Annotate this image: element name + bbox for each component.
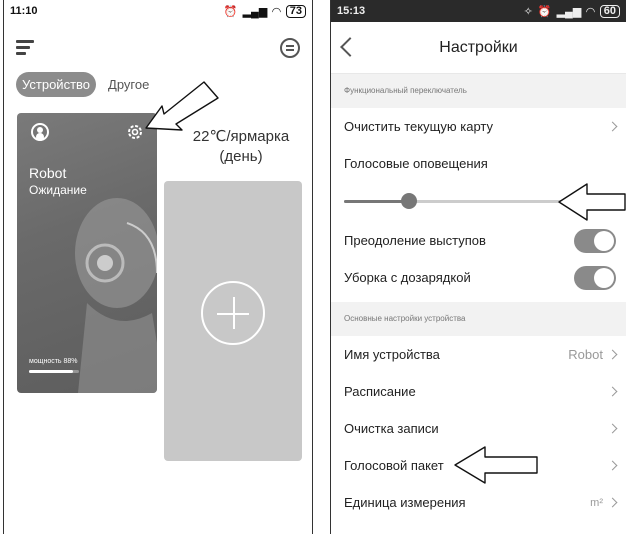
battery-icon: 60 <box>599 4 620 18</box>
device-tabs: Устройство Другое <box>16 72 153 97</box>
add-device-card[interactable] <box>164 181 302 461</box>
volume-slider[interactable] <box>344 193 586 209</box>
row-label: Единица измерения <box>344 495 466 510</box>
status-time: 11:10 <box>10 5 38 17</box>
weather-period: (день) <box>219 148 263 165</box>
row-label: Расписание <box>344 384 416 399</box>
chevron-right-icon <box>607 460 618 471</box>
vibrate-icon: ✧ <box>523 5 533 18</box>
nav-bar: Настройки <box>331 22 626 74</box>
row-clean-log[interactable]: Очистка записи <box>331 410 626 447</box>
wifi-icon: ◠ <box>586 5 595 18</box>
pointer-arrow-icon <box>145 81 219 131</box>
top-bar <box>16 38 300 60</box>
row-recharge-cleaning: Уборка с дозарядкой <box>331 259 626 296</box>
page-title: Настройки <box>439 39 518 56</box>
row-label: Уборка с дозарядкой <box>344 270 471 285</box>
volume-slider-thumb[interactable] <box>401 193 418 209</box>
row-schedule[interactable]: Расписание <box>331 373 626 410</box>
section-header-basic: Основные настройки устройства <box>331 302 626 336</box>
row-label: Очистить текущую карту <box>344 119 494 134</box>
chevron-right-icon <box>607 497 618 508</box>
add-device-icon[interactable] <box>201 281 265 345</box>
device-name-value: Robot <box>568 347 603 362</box>
pointer-arrow-icon <box>558 183 626 221</box>
status-time: 15:13 <box>337 5 366 17</box>
power-bar <box>29 370 79 373</box>
wifi-icon: ◠ <box>272 5 281 18</box>
chevron-right-icon <box>607 121 618 132</box>
robot-device-card[interactable]: Robot Ожидание мощность 88% <box>17 113 157 393</box>
row-device-name[interactable]: Имя устройства Robot <box>331 336 626 373</box>
row-label: Преодоление выступов <box>344 233 486 248</box>
row-voice-pack[interactable]: Голосовой пакет <box>331 446 626 484</box>
status-bar: 11:10 ⏰ ▂▄▆ ◠ 73 <box>4 0 312 22</box>
power-bar-fill <box>29 370 73 373</box>
message-icon[interactable] <box>280 38 300 58</box>
row-label: Голосовые оповещения <box>344 156 488 171</box>
avatar-icon[interactable] <box>31 123 49 141</box>
row-label: Имя устройства <box>344 347 440 362</box>
volume-slider-row <box>331 182 626 222</box>
section-header-functional: Функциональный переключатель <box>331 74 626 108</box>
row-voice-alerts: Голосовые оповещения <box>331 145 626 182</box>
row-clear-map[interactable]: Очистить текущую карту <box>331 108 626 145</box>
obstacle-toggle[interactable] <box>574 228 616 253</box>
alarm-icon: ⏰ <box>223 5 238 18</box>
signal-icon: ▂▄▆ <box>556 5 582 18</box>
volume-slider-fill <box>344 200 410 203</box>
tab-device[interactable]: Устройство <box>16 72 97 97</box>
chevron-right-icon <box>607 349 618 360</box>
robot-status: Ожидание <box>29 183 87 197</box>
status-bar: 15:13 ✧ ⏰ ▂▄▆ ◠ 60 <box>331 0 626 22</box>
robot-name: Robot <box>29 165 67 181</box>
row-obstacle-crossing: Преодоление выступов <box>331 222 626 259</box>
right-phone-screen: 15:13 ✧ ⏰ ▂▄▆ ◠ 60 Настройки Функциональ… <box>330 0 626 534</box>
chevron-right-icon <box>607 423 618 434</box>
row-label: Голосовой пакет <box>344 458 444 473</box>
recharge-toggle[interactable] <box>574 265 616 290</box>
chevron-right-icon <box>607 386 618 397</box>
units-value: m² <box>590 496 603 509</box>
battery-icon: 73 <box>285 4 306 18</box>
row-label: Очистка записи <box>344 421 439 436</box>
left-phone-screen: 11:10 ⏰ ▂▄▆ ◠ 73 Устройство Другое Robot… <box>3 0 313 534</box>
power-label: мощность 88% <box>29 358 78 365</box>
signal-icon: ▂▄▆ <box>242 5 268 18</box>
menu-icon[interactable] <box>16 40 36 56</box>
alarm-icon: ⏰ <box>537 5 552 18</box>
row-units[interactable]: Единица измерения m² <box>331 484 626 521</box>
pointer-arrow-icon <box>454 446 538 484</box>
